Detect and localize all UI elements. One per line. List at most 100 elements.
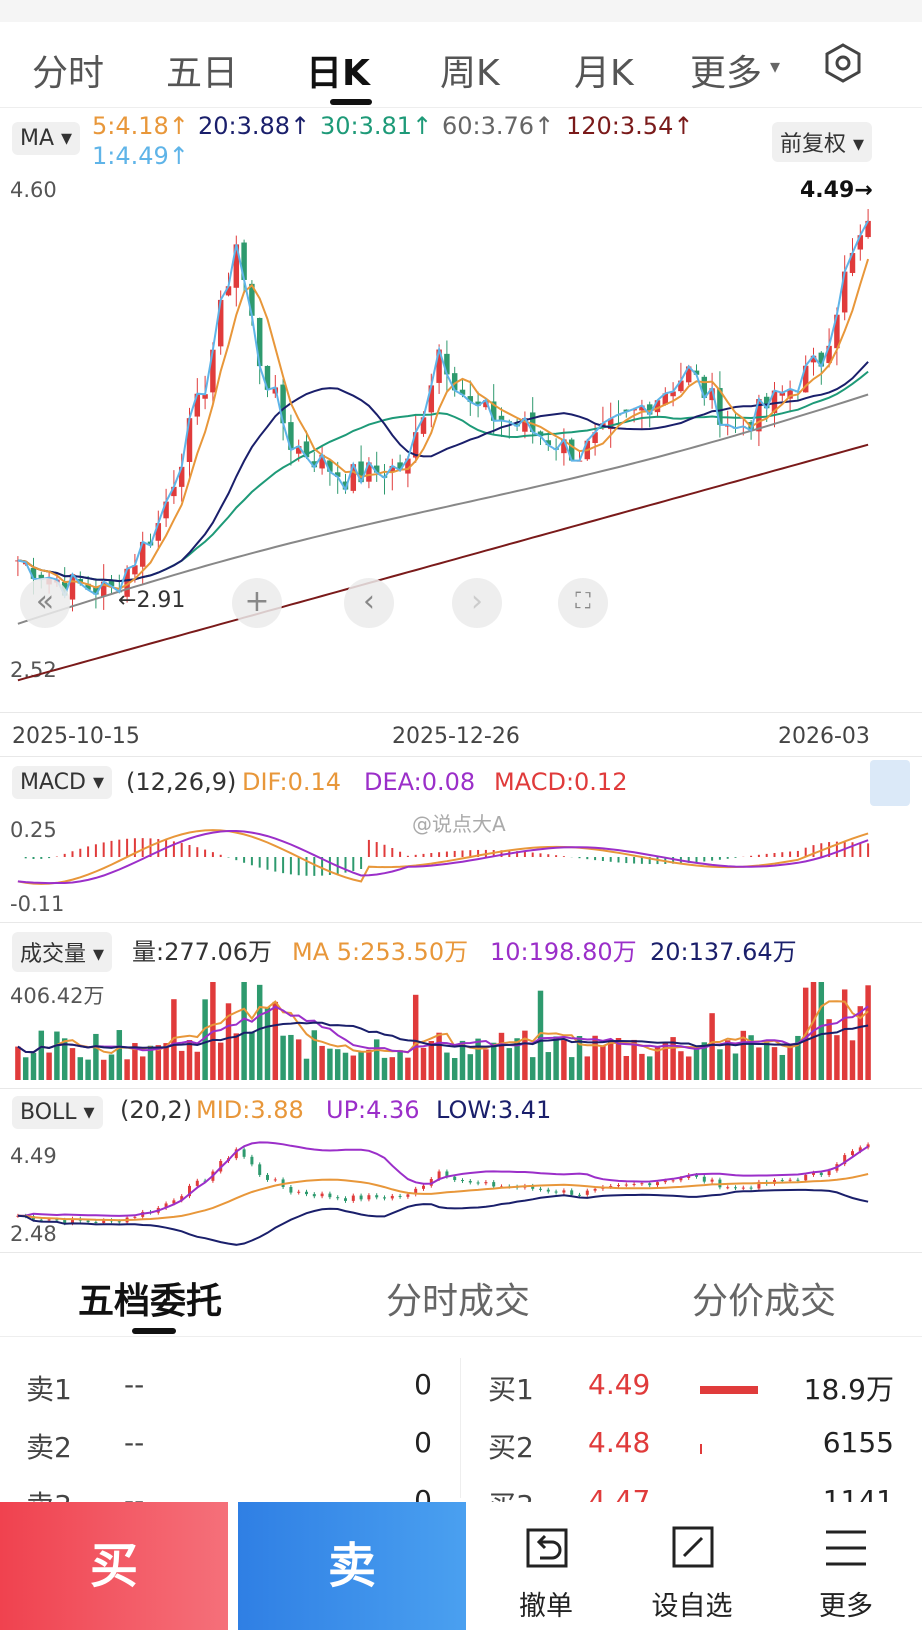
volume-bar xyxy=(303,1058,310,1080)
tab-monthly-k[interactable]: 月K xyxy=(574,44,634,96)
boll-candle xyxy=(648,1183,652,1186)
boll-candle xyxy=(827,1170,831,1176)
volume-bar xyxy=(69,1048,76,1080)
boll-candle xyxy=(476,1182,480,1184)
volume-bar xyxy=(139,1056,146,1080)
tab-intraday[interactable]: 分时 xyxy=(32,44,104,96)
boll-candle xyxy=(133,1216,137,1218)
macd-params: (12,26,9) xyxy=(126,768,237,796)
volume-bar xyxy=(420,1047,427,1080)
cancel-order-button[interactable]: 撤单 xyxy=(486,1502,606,1630)
volume-bar xyxy=(334,1049,341,1080)
tab-order-book[interactable]: 五档委托 xyxy=(78,1272,222,1324)
volume-bar xyxy=(77,1057,84,1080)
volume-bar xyxy=(693,1048,700,1080)
volume-bar xyxy=(849,1040,856,1080)
boll-candle xyxy=(570,1190,574,1195)
volume-bar xyxy=(249,1031,255,1080)
volume-bar xyxy=(100,1059,107,1080)
volume-bar xyxy=(646,1056,653,1080)
macd-dropdown[interactable]: MACD ▾ xyxy=(12,766,112,799)
volume-bar xyxy=(631,1039,637,1080)
volume-bar xyxy=(327,1048,333,1080)
volume-bar xyxy=(116,1030,123,1080)
volume-bar xyxy=(490,1042,497,1080)
volume-bar xyxy=(124,1059,130,1080)
volume-bar xyxy=(639,1053,645,1080)
tab-weekly-k[interactable]: 周K xyxy=(440,44,500,96)
boll-candle xyxy=(94,1221,98,1223)
volume-bar xyxy=(529,1057,536,1080)
ma1-line xyxy=(17,220,869,599)
more-caret-icon: ▾ xyxy=(770,54,781,78)
scroll-left-button[interactable]: ‹ xyxy=(344,578,394,628)
macd-chart[interactable] xyxy=(0,812,922,922)
bid-label: 买2 xyxy=(488,1431,534,1464)
boll-candle xyxy=(546,1189,550,1192)
collapse-panel-icon[interactable] xyxy=(870,760,910,806)
buy-button[interactable]: 买 xyxy=(0,1502,228,1630)
boll-candle xyxy=(741,1187,745,1189)
boll-candle xyxy=(484,1182,488,1184)
volume-bar xyxy=(186,1040,193,1080)
boll-candle xyxy=(819,1172,823,1176)
boll-candle xyxy=(710,1179,714,1182)
ask-quantity: 0 xyxy=(414,1426,432,1459)
tab-more[interactable]: 更多 xyxy=(690,44,762,96)
candlestick-chart[interactable] xyxy=(0,195,922,715)
volume-bar xyxy=(288,1034,294,1080)
volume-bar xyxy=(241,982,247,1080)
volume-bar xyxy=(483,1049,489,1080)
boll-candle xyxy=(328,1193,332,1198)
status-strip xyxy=(0,0,922,22)
boll-candle xyxy=(336,1197,340,1199)
boll-candle xyxy=(320,1193,324,1197)
boll-candle xyxy=(383,1197,386,1199)
ma-dropdown[interactable]: MA ▾ xyxy=(12,122,81,155)
volume-bar xyxy=(381,1057,388,1080)
sell-button[interactable]: 卖 xyxy=(238,1502,466,1630)
boll-dropdown[interactable]: BOLL ▾ xyxy=(12,1096,103,1129)
undo-icon xyxy=(526,1528,568,1568)
ask-label: 卖1 xyxy=(26,1373,72,1406)
volume-dropdown[interactable]: 成交量 ▾ xyxy=(12,932,113,972)
settings-hexagon-icon[interactable] xyxy=(822,42,864,84)
volume-bar xyxy=(30,1052,37,1080)
tab-tick-trades[interactable]: 分时成交 xyxy=(386,1272,530,1324)
tab-price-trades[interactable]: 分价成交 xyxy=(692,1272,836,1324)
scroll-right-button[interactable]: › xyxy=(452,578,502,628)
boll-candle xyxy=(851,1151,854,1156)
volume-chart[interactable] xyxy=(0,972,922,1082)
date-label-start: 2025-10-15 xyxy=(12,724,140,749)
zoom-in-button[interactable]: + xyxy=(232,578,282,628)
boll-chart[interactable] xyxy=(0,1134,922,1250)
more-menu-button[interactable]: 更多 xyxy=(786,1502,906,1630)
boll-candle xyxy=(398,1195,402,1197)
boll-candle xyxy=(461,1180,464,1182)
boll-candle xyxy=(453,1176,457,1181)
macd-dea: DEA:0.08 xyxy=(364,768,476,796)
boll-up-line xyxy=(17,1141,869,1217)
period-tab-bar: 分时 五日 日K 周K 月K 更多 ▾ xyxy=(0,0,922,108)
volume-bar xyxy=(412,994,419,1080)
boll-candle xyxy=(585,1190,589,1195)
volume-bar xyxy=(467,1054,474,1080)
boll-candle xyxy=(656,1182,659,1186)
volume-bar xyxy=(366,1049,372,1080)
dea-line xyxy=(17,830,869,885)
volume-bar xyxy=(93,1033,99,1080)
tab-daily-k[interactable]: 日K xyxy=(306,44,370,96)
fullscreen-button[interactable]: ⛶ xyxy=(558,578,608,628)
volume-bar xyxy=(561,1040,567,1080)
volume-bar xyxy=(584,1056,591,1080)
volume-bar xyxy=(85,1059,91,1080)
order-book: 卖1--0卖2--0卖3--0买14.4918.9万买24.486155买34.… xyxy=(0,1340,922,1522)
adjust-dropdown[interactable]: 前复权 ▾ xyxy=(772,122,873,162)
volume-bar xyxy=(178,1050,185,1080)
scroll-left-fast-button[interactable]: « xyxy=(20,578,70,628)
volume-bar xyxy=(373,1039,380,1080)
add-watchlist-button[interactable]: 设自选 xyxy=(632,1502,752,1630)
volume-bar xyxy=(506,1048,513,1080)
tab-five-day[interactable]: 五日 xyxy=(166,44,238,96)
volume-bar xyxy=(553,1036,559,1080)
